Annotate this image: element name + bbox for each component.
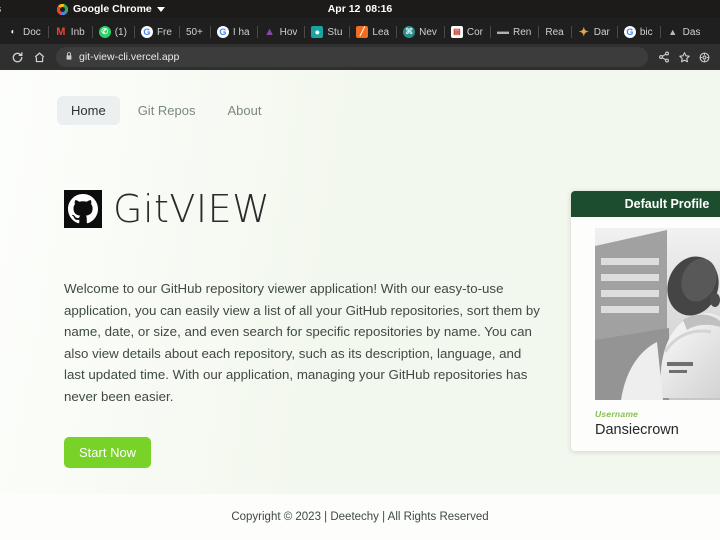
share-icon[interactable] bbox=[654, 47, 674, 67]
site-navigation: Home Git Repos About bbox=[57, 96, 275, 125]
username-label: Username bbox=[595, 409, 639, 419]
browser-tab-strip[interactable]: ◐ Doc M Inb ✆ (1) G Fre 50+ G I ha ▲ Hov ● Stu ╱ Lea ⌘ Nev… bbox=[0, 18, 720, 44]
browser-tab[interactable]: M Inb bbox=[47, 20, 92, 44]
nav-link-git-repos[interactable]: Git Repos bbox=[124, 96, 210, 125]
star-icon: ✦ bbox=[578, 26, 589, 38]
browser-tab-label: Inb bbox=[70, 26, 85, 38]
profile-card-body bbox=[571, 217, 720, 400]
username-value: Dansiecrown bbox=[595, 422, 679, 438]
extensions-icon[interactable] bbox=[694, 47, 714, 67]
browser-tab-label: Doc bbox=[23, 26, 41, 38]
browser-toolbar: git-view-cli.vercel.app bbox=[0, 44, 720, 70]
lock-icon bbox=[65, 51, 73, 63]
site-footer: Copyright © 2023 | Deetechy | All Rights… bbox=[0, 494, 720, 540]
brand-logo: GitVIEW bbox=[64, 190, 544, 228]
google-icon: G bbox=[623, 26, 636, 38]
hero-section: GitVIEW Welcome to our GitHub repository… bbox=[64, 190, 544, 468]
browser-tab-label: Fre bbox=[156, 26, 172, 38]
browser-tab-label: Hov bbox=[279, 26, 298, 38]
vercel-triangle-icon: ▲ bbox=[668, 26, 678, 37]
browser-tab[interactable]: ╱ Lea bbox=[349, 20, 396, 44]
home-icon[interactable] bbox=[28, 46, 50, 68]
browser-tab[interactable]: Gbic bbox=[616, 20, 660, 44]
google-icon: G bbox=[216, 26, 229, 38]
browser-tab[interactable]: ▤ Cor bbox=[443, 20, 490, 44]
browser-tab[interactable]: ▲ Hov bbox=[256, 20, 305, 44]
whatsapp-icon: ✆ bbox=[98, 26, 111, 38]
location-pin-icon: ● bbox=[311, 26, 324, 38]
browser-tab[interactable]: ▬▬ Ren bbox=[490, 20, 538, 44]
browser-tab-label: Cor bbox=[466, 26, 484, 38]
globe-icon: ⌘ bbox=[403, 26, 416, 38]
address-bar-url: git-view-cli.vercel.app bbox=[79, 51, 180, 63]
browser-tab-label: Dar bbox=[593, 26, 610, 38]
browser-tab-label: Lea bbox=[372, 26, 390, 38]
browser-tab-label: Stu bbox=[327, 26, 343, 38]
default-profile-card: Default Profile Username Dansiecrown bbox=[571, 191, 720, 451]
star-outline-icon[interactable] bbox=[674, 47, 694, 67]
browser-tab[interactable]: 50+ bbox=[178, 20, 210, 44]
clock-date: Apr 12 bbox=[327, 3, 361, 15]
red-card-icon: ▤ bbox=[450, 26, 463, 38]
browser-tab-label: 50+ bbox=[185, 26, 203, 38]
profile-card-header: Default Profile bbox=[571, 191, 720, 217]
browser-tab[interactable]: ✦ Dar bbox=[570, 20, 617, 44]
web-page: Home Git Repos About GitVIEW Welcome to ou… bbox=[0, 70, 720, 540]
system-clock[interactable]: Apr 12 08:16 bbox=[0, 0, 720, 18]
grey-icon: ▬▬ bbox=[497, 27, 510, 36]
brand-logo-text: GitVIEW bbox=[113, 187, 271, 231]
github-icon bbox=[64, 190, 102, 228]
start-now-button[interactable]: Start Now bbox=[64, 436, 152, 468]
browser-tab[interactable]: ✆ (1) bbox=[91, 20, 134, 44]
reload-icon[interactable] bbox=[6, 46, 28, 68]
nav-link-home[interactable]: Home bbox=[57, 96, 120, 125]
browser-tab-label: bic bbox=[639, 26, 653, 38]
profile-card-meta: Username Dansiecrown bbox=[571, 400, 720, 451]
browser-tab-label: Rea bbox=[545, 26, 564, 38]
browser-tab[interactable]: ▲ Das bbox=[659, 20, 708, 44]
docs-icon: ◐ bbox=[7, 26, 19, 38]
browser-tab[interactable]: G Fre bbox=[133, 20, 179, 44]
browser-tab-label: I ha bbox=[232, 26, 250, 38]
browser-tab[interactable]: Rea bbox=[538, 20, 570, 44]
google-icon: G bbox=[140, 26, 153, 38]
browser-tab-label: (1) bbox=[114, 26, 127, 38]
address-bar[interactable]: git-view-cli.vercel.app bbox=[56, 47, 648, 67]
browser-tab[interactable]: GI ha bbox=[209, 20, 257, 44]
browser-tab[interactable]: ● Stu bbox=[304, 20, 349, 44]
browser-tab-label: Ren bbox=[513, 26, 532, 38]
browser-tab[interactable]: ⌘ Nev bbox=[396, 20, 444, 44]
copyright-text: Copyright © 2023 | Deetechy | All Rights… bbox=[231, 511, 489, 523]
browser-tab-label: Nev bbox=[419, 26, 437, 38]
orange-square-icon: ╱ bbox=[356, 26, 369, 38]
nav-link-about[interactable]: About bbox=[214, 96, 276, 125]
os-top-bar: s Google Chrome Apr 12 08:16 bbox=[0, 0, 720, 18]
browser-tab[interactable]: ◐ Doc bbox=[0, 20, 48, 44]
gmail-icon: M bbox=[56, 26, 66, 38]
avatar bbox=[595, 228, 720, 400]
intro-paragraph: Welcome to our GitHub repository viewer … bbox=[64, 281, 540, 404]
browser-tab-label: Das bbox=[682, 26, 701, 38]
mountain-icon: ▲ bbox=[264, 26, 276, 38]
clock-time: 08:16 bbox=[365, 3, 393, 15]
